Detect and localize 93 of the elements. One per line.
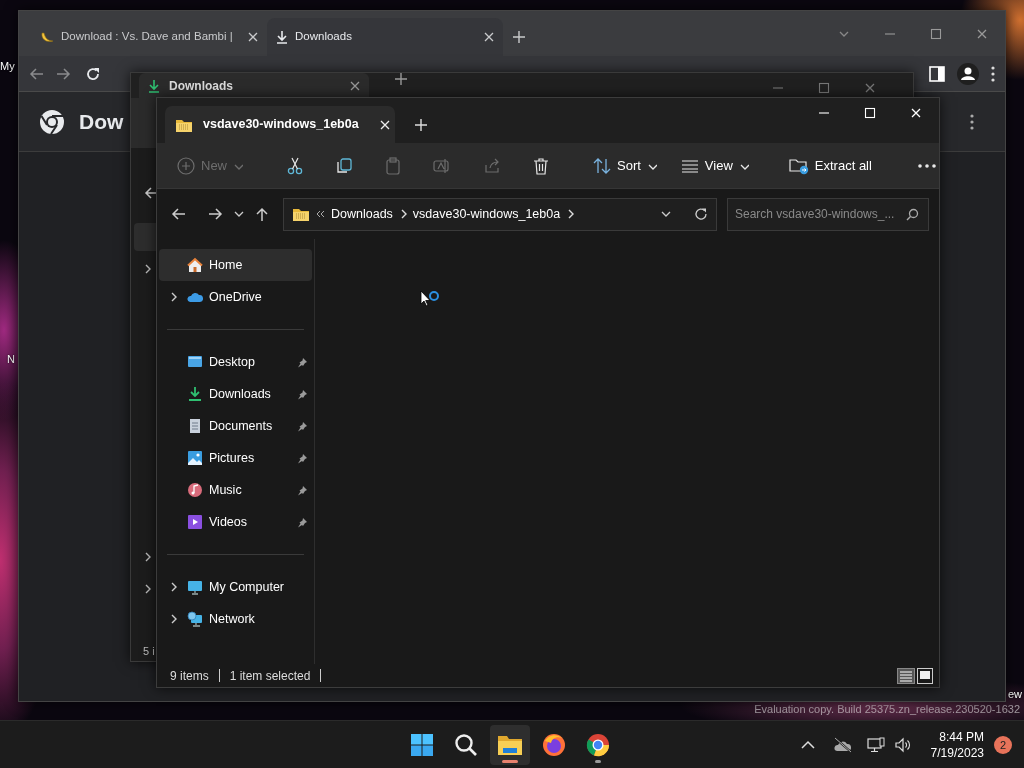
house-icon (187, 257, 203, 273)
picture-icon (187, 450, 203, 466)
toolbar-button[interactable]: Sort (583, 148, 667, 183)
download-icon (187, 386, 203, 402)
start-icon (410, 733, 434, 757)
profile-icon[interactable] (957, 62, 979, 85)
taskbar-app[interactable] (490, 725, 530, 765)
expand-chevron-icon[interactable] (143, 552, 151, 562)
search-icon (454, 733, 478, 757)
music-icon (187, 482, 203, 498)
toolbar-button[interactable]: View (670, 148, 759, 183)
desktop-icon-label[interactable]: My (0, 58, 15, 75)
copy-icon (335, 156, 353, 175)
window-tab[interactable]: Downloads (139, 73, 369, 98)
fox-globe-icon (542, 733, 566, 757)
new-tab-icon[interactable] (395, 73, 407, 85)
expand-chevron-icon[interactable] (143, 584, 151, 594)
desktop-icon (187, 354, 203, 370)
network-icon (187, 611, 203, 627)
selection-status: 1 item selected (229, 667, 311, 685)
nav-item[interactable]: Music (159, 474, 312, 506)
close-icon[interactable] (483, 31, 495, 43)
menu-icon[interactable] (970, 113, 974, 130)
scissors-icon (287, 156, 303, 175)
item-count: 9 items (170, 667, 209, 685)
status-text: 5 i (143, 644, 155, 659)
download-icon (147, 78, 161, 93)
chrome-logo-icon (586, 733, 610, 757)
zip-folder-icon (292, 206, 310, 222)
clock-date[interactable]: 7/19/2023 (930, 745, 984, 762)
desktop-icon-label[interactable]: ew (1008, 686, 1023, 703)
details-view-icon[interactable] (897, 667, 915, 684)
folder-icon (497, 734, 523, 756)
clock-time[interactable]: 8:44 PM (930, 728, 984, 745)
expand-chevron-icon[interactable] (143, 264, 151, 274)
more-icon (917, 163, 936, 168)
cloud-off-icon[interactable] (832, 737, 853, 753)
forward-icon[interactable] (209, 207, 223, 221)
overflow-chevron-icon[interactable] (316, 209, 325, 219)
notification-badge[interactable]: 2 (994, 736, 1012, 754)
lines-icon (680, 158, 699, 173)
close-icon[interactable] (247, 31, 259, 43)
monitor-icon (187, 579, 203, 595)
nav-item[interactable]: Desktop (159, 346, 312, 378)
expand-chevron-icon[interactable] (169, 582, 177, 592)
speaker-icon[interactable] (894, 737, 911, 753)
back-icon[interactable] (171, 207, 185, 221)
network-icon[interactable] (866, 737, 885, 753)
desktop-icon-label[interactable]: N (7, 351, 15, 368)
new-tab-icon[interactable] (513, 31, 525, 43)
menu-icon[interactable] (991, 65, 995, 82)
nav-item[interactable]: Downloads (159, 378, 312, 410)
nav-item[interactable]: OneDrive (159, 281, 312, 313)
nav-item[interactable]: Documents (159, 410, 312, 442)
nav-item[interactable]: Home (159, 249, 312, 281)
sort-icon (593, 156, 611, 175)
expand-chevron-icon[interactable] (169, 614, 177, 624)
refresh-icon[interactable] (694, 207, 708, 221)
document-icon (187, 418, 203, 434)
page-title: Dow (79, 108, 124, 135)
breadcrumb-chevron-icon[interactable] (566, 209, 575, 219)
back-icon[interactable] (144, 186, 158, 200)
nav-item[interactable]: Pictures (159, 442, 312, 474)
nav-item[interactable]: Network (159, 603, 312, 635)
rename-icon (433, 156, 451, 175)
share-icon (483, 156, 501, 175)
banana-icon (39, 29, 55, 45)
search-field[interactable]: Search vsdave30-windows_... (727, 197, 929, 231)
video-icon (187, 514, 203, 530)
folder-arrow-icon (788, 156, 809, 175)
window-tab[interactable]: vsdave30-windows_1eb0a (165, 106, 395, 143)
watermark-text: Evaluation copy. Build 25375.zn_release.230520-1632 (754, 702, 1020, 717)
download-icon (275, 30, 289, 44)
clipboard-icon (385, 156, 401, 175)
breadcrumb-item[interactable]: Downloads (331, 204, 393, 224)
chrome-logo-icon (39, 108, 65, 135)
expand-chevron-icon[interactable] (169, 292, 177, 302)
plus-circle-icon (177, 156, 195, 175)
toolbar-button[interactable]: Extract all (778, 148, 882, 183)
close-icon[interactable] (378, 118, 391, 131)
nav-item[interactable]: Videos (159, 506, 312, 538)
up-icon[interactable] (255, 207, 269, 221)
breadcrumb-item[interactable]: vsdave30-windows_1eb0a (412, 204, 561, 224)
address-bar[interactable]: Downloads vsdave30-windows_1eb0a (283, 197, 717, 231)
trash-icon (533, 156, 549, 175)
sidebar-icon[interactable] (929, 65, 945, 82)
nav-item[interactable]: My Computer (159, 571, 312, 603)
tiles-view-icon[interactable] (917, 667, 933, 684)
reload-icon[interactable] (85, 65, 101, 82)
chevron-up-icon[interactable] (800, 740, 815, 750)
search-icon (906, 207, 919, 221)
browser-tab[interactable]: Downloads (267, 18, 503, 56)
browser-tab[interactable]: Download : Vs. Dave and Bambi | (31, 18, 267, 56)
